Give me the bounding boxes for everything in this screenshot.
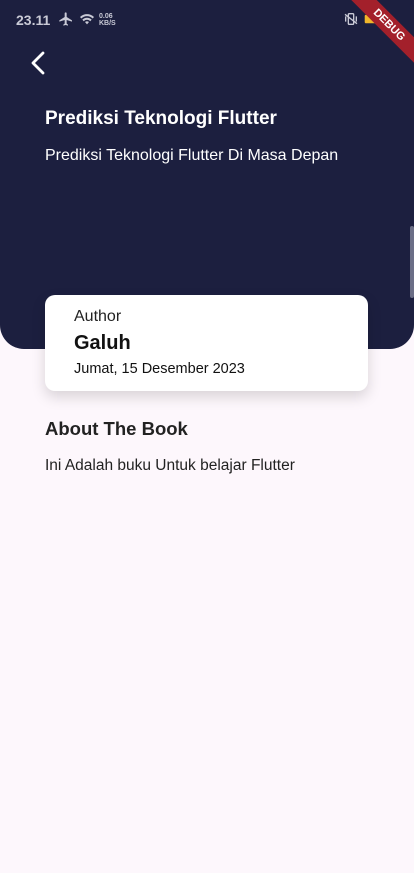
about-heading: About The Book: [45, 418, 188, 439]
network-speed: 0.06 KB/S: [99, 13, 116, 27]
chevron-left-icon: [31, 51, 45, 75]
book-subtitle: Prediksi Teknologi Flutter Di Masa Depan: [45, 147, 339, 164]
author-label: Author: [74, 308, 122, 325]
status-time: 23.11: [16, 12, 51, 28]
airplane-icon: [58, 11, 74, 30]
author-card: Author Galuh Jumat, 15 Desember 2023: [45, 295, 368, 391]
author-name: Galuh: [74, 332, 131, 354]
vibrate-icon: [343, 11, 359, 30]
wifi-icon: [79, 11, 95, 30]
book-title: Prediksi Teknologi Flutter: [45, 108, 277, 129]
status-bar: 23.11 0.06 KB/S DEBUG: [0, 0, 414, 71]
publish-date: Jumat, 15 Desember 2023: [74, 361, 245, 377]
about-body: Ini Adalah buku Untuk belajar Flutter: [45, 457, 295, 474]
back-button[interactable]: [26, 48, 52, 78]
scrollbar[interactable]: [410, 226, 414, 298]
